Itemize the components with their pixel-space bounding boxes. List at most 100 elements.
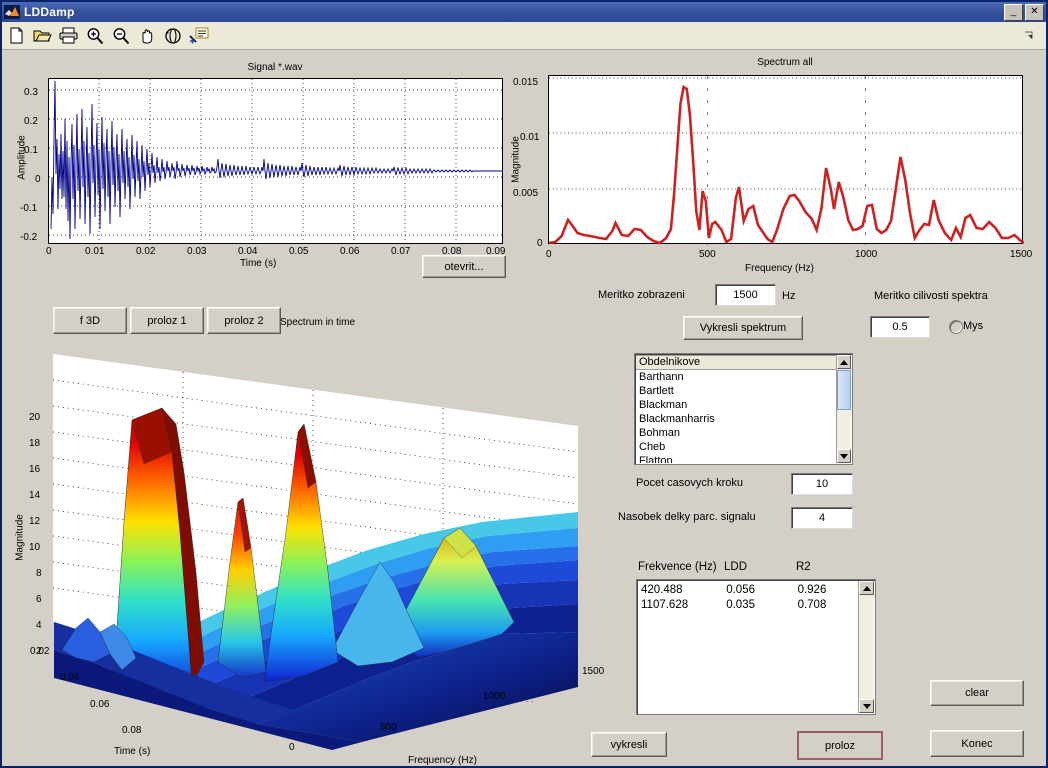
surface-plot-canvas bbox=[52, 354, 579, 750]
signal-xtick-1: 0.01 bbox=[85, 246, 105, 257]
surface-ztick-1: 18 bbox=[29, 438, 41, 449]
surface-plot-title: Spectrum in time bbox=[280, 317, 356, 328]
new-figure-icon[interactable] bbox=[5, 24, 28, 47]
spectrum-ytick-3: 0 bbox=[537, 238, 543, 249]
spectrum-plot-xlabel: Frequency (Hz) bbox=[745, 263, 814, 274]
list-item[interactable]: Cheb bbox=[636, 440, 837, 454]
steps-input[interactable]: 10 bbox=[791, 473, 853, 495]
signal-xtick-6: 0.06 bbox=[340, 246, 360, 257]
surface-ztick-0: 20 bbox=[29, 412, 41, 423]
list-item[interactable]: Bohman bbox=[636, 426, 837, 440]
quit-button[interactable]: Konec bbox=[930, 730, 1024, 757]
scale-input[interactable]: 1500 bbox=[715, 284, 776, 306]
spectrum-ytick-0: 0.015 bbox=[513, 77, 539, 88]
results-scrollbar[interactable] bbox=[858, 581, 874, 713]
scrollbar-thumb[interactable] bbox=[837, 370, 851, 410]
signal-xtick-0: 0 bbox=[46, 246, 52, 257]
cell-ldd: 0.035 bbox=[726, 599, 755, 611]
results-header-r2: R2 bbox=[796, 561, 811, 573]
sensitivity-label: Meritko cilivosti spektra bbox=[874, 290, 988, 302]
rotate-3d-icon[interactable] bbox=[161, 24, 184, 47]
spectrum-xtick-2: 1000 bbox=[855, 249, 878, 260]
mouse-radio-label: Mys bbox=[963, 320, 984, 332]
sensitivity-input[interactable]: 0.5 bbox=[870, 316, 930, 338]
list-item[interactable]: Obdelnikove bbox=[636, 355, 837, 370]
spectrum-xtick-1: 500 bbox=[699, 249, 716, 260]
insert-legend-icon[interactable] bbox=[187, 24, 210, 47]
surface-ztick-2: 16 bbox=[29, 464, 41, 475]
surface-xlabel: Time (s) bbox=[114, 746, 151, 757]
list-item[interactable]: Flattop bbox=[636, 454, 837, 463]
cell-frequency: 1107.628 bbox=[641, 599, 689, 611]
scale-label: Meritko zobrazeni bbox=[598, 289, 685, 301]
matlab-icon bbox=[4, 5, 20, 19]
list-item[interactable]: Blackman bbox=[636, 398, 837, 412]
signal-ytick-0: 0.3 bbox=[24, 87, 38, 98]
signal-plot-xlabel: Time (s) bbox=[240, 258, 277, 269]
open-file-button[interactable]: otevrit... bbox=[422, 255, 506, 278]
draw-button[interactable]: vykresli bbox=[591, 732, 667, 757]
pan-hand-icon[interactable] bbox=[135, 24, 158, 47]
open-file-icon[interactable] bbox=[31, 24, 54, 47]
window-function-items: Obdelnikove Barthann Bartlett Blackman B… bbox=[636, 355, 837, 463]
signal-xtick-2: 0.02 bbox=[136, 246, 156, 257]
print-icon[interactable] bbox=[57, 24, 80, 47]
signal-plot-axes[interactable] bbox=[48, 78, 504, 245]
results-rows: 420.488 0.056 0.926 1107.628 0.035 0.708 bbox=[641, 583, 857, 613]
surface-ztick-8: 4 bbox=[36, 620, 42, 631]
minimize-button[interactable]: _ bbox=[1004, 3, 1023, 21]
spectrum-xtick-0: 0 bbox=[546, 249, 552, 260]
cell-r2: 0.926 bbox=[797, 584, 827, 596]
table-row[interactable]: 1107.628 0.035 0.708 bbox=[641, 598, 857, 613]
cell-frequency: 420.488 bbox=[641, 584, 683, 596]
clear-button[interactable]: clear bbox=[930, 680, 1024, 706]
signal-ytick-3: 0 bbox=[35, 174, 41, 185]
signal-plot-ylabel: Amplitude bbox=[16, 135, 28, 180]
toolbar-overflow-arrow[interactable] bbox=[1018, 25, 1040, 47]
proloz-1-button[interactable]: proloz 1 bbox=[130, 307, 204, 334]
results-listbox[interactable]: 420.488 0.056 0.926 1107.628 0.035 0.708 bbox=[636, 579, 876, 715]
zoom-in-icon[interactable] bbox=[83, 24, 106, 47]
fit-button[interactable]: proloz bbox=[797, 731, 883, 760]
window-function-listbox[interactable]: Obdelnikove Barthann Bartlett Blackman B… bbox=[634, 353, 853, 465]
signal-ytick-2: 0.1 bbox=[24, 145, 38, 156]
scroll-up-icon[interactable] bbox=[859, 581, 874, 595]
surface-ztick-5: 10 bbox=[29, 542, 41, 553]
f-3d-button[interactable]: f 3D bbox=[53, 307, 127, 334]
listbox-scrollbar[interactable] bbox=[836, 355, 851, 463]
results-header-ldd: LDD bbox=[724, 561, 748, 573]
scale-unit-label: Hz bbox=[782, 290, 796, 302]
surface-freq-tick-1: 500 bbox=[380, 722, 397, 733]
list-item[interactable]: Bartlett bbox=[636, 384, 837, 398]
scroll-up-icon[interactable] bbox=[837, 355, 851, 369]
signal-plot-title: Signal *.wav bbox=[247, 62, 303, 73]
spectrum-ytick-1: 0.01 bbox=[520, 132, 540, 143]
mouse-radio[interactable] bbox=[949, 320, 963, 334]
cell-ldd: 0.056 bbox=[726, 584, 755, 596]
draw-spectrum-button[interactable]: Vykresli spektrum bbox=[683, 316, 803, 340]
scroll-down-icon[interactable] bbox=[859, 699, 874, 713]
signal-ytick-4: -0.1 bbox=[20, 203, 38, 214]
list-item[interactable]: Blackmanharris bbox=[636, 412, 837, 426]
surface-plot-axes[interactable] bbox=[32, 332, 632, 752]
proloz-2-button[interactable]: proloz 2 bbox=[207, 307, 281, 334]
window-title: LDDamp bbox=[24, 5, 75, 19]
results-header-frequency: Frekvence (Hz) bbox=[638, 561, 717, 573]
spectrum-plot-axes[interactable] bbox=[548, 75, 1023, 245]
surface-zlabel: Magnitude bbox=[14, 514, 26, 561]
table-row[interactable]: 420.488 0.056 0.926 bbox=[641, 583, 857, 598]
application-window: LDDamp _ ✕ Signal *.wav Amplitude 0.3 0.… bbox=[0, 0, 1048, 768]
signal-xtick-7: 0.07 bbox=[391, 246, 411, 257]
surface-freq-tick-3: 1500 bbox=[582, 666, 605, 677]
signal-xtick-3: 0.03 bbox=[187, 246, 207, 257]
signal-xtick-4: 0.04 bbox=[238, 246, 258, 257]
surface-time-tick-3: 0.08 bbox=[122, 725, 142, 736]
list-item[interactable]: Barthann bbox=[636, 370, 837, 384]
surface-freq-tick-2: 1000 bbox=[483, 691, 506, 702]
spectrum-plot-title: Spectrum all bbox=[757, 57, 813, 68]
scroll-down-icon[interactable] bbox=[837, 449, 851, 463]
close-button[interactable]: ✕ bbox=[1025, 3, 1044, 21]
multiple-input[interactable]: 4 bbox=[791, 507, 853, 529]
zoom-out-icon[interactable] bbox=[109, 24, 132, 47]
spectrum-ytick-2: 0.005 bbox=[513, 188, 539, 199]
